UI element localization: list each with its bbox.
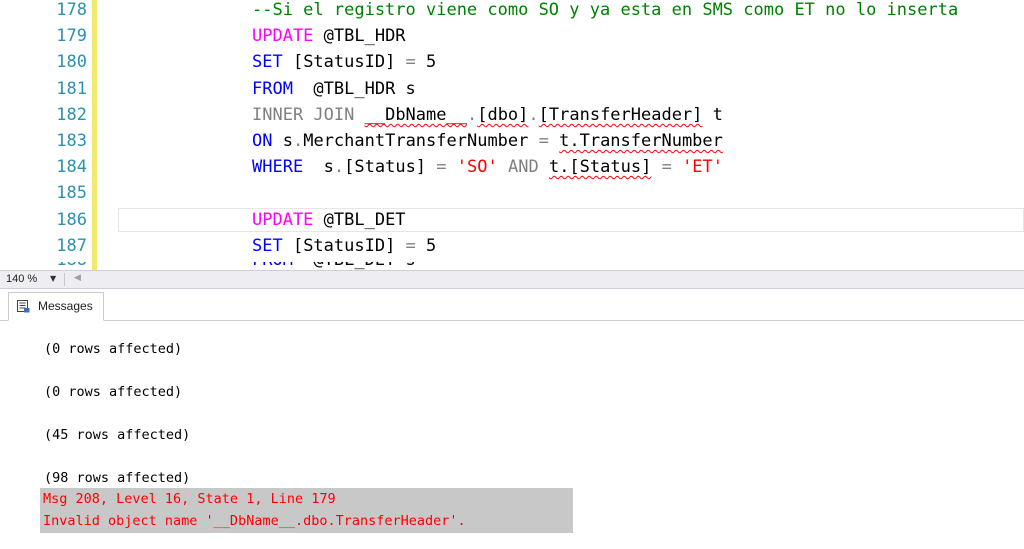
tab-messages-label: Messages [38,299,93,313]
code-token: . [466,104,478,125]
code-text: UPDATE @TBL_HDR [252,23,406,49]
code-line[interactable]: 187 SET [StatusID] = 5 [0,233,1024,259]
code-line[interactable]: 180 SET [StatusID] = 5 [0,49,1024,75]
code-line[interactable]: 179 UPDATE @TBL_HDR [0,23,1024,49]
code-token: [Status] [344,157,437,178]
code-text: SET [StatusID] = 5 [252,233,436,259]
line-number: 185 [56,183,87,204]
code-token: @TBL_HDR s [292,78,416,99]
code-text: WHERE s.[Status] = 'SO' AND t.[Status] =… [252,154,723,180]
code-token: = [405,235,416,256]
code-token: SET [252,235,283,256]
code-token: __DbName__ [364,104,467,125]
line-number: 187 [56,235,87,256]
error-message-line: Msg 208, Level 16, State 1, Line 179 [43,491,336,507]
line-number: 183 [56,131,87,151]
line-number: 188 [30,262,87,270]
code-text: FROM @TBL_HDR s [252,76,416,102]
code-token: 5 [415,235,437,256]
line-number: 179 [56,26,87,47]
code-token: 5 [415,52,437,73]
code-token: INNER JOIN [252,104,355,125]
code-token: MerchantTransferNumber [303,131,539,151]
code-text: INNER JOIN __DbName__.[dbo].[TransferHea… [252,102,723,128]
code-token: = [538,131,549,151]
code-token: FROM [252,78,293,99]
code-token: = [405,52,416,73]
code-token: t.TransferNumber [559,131,723,151]
editor-status-bar: 140 % ▼ ◀ [0,270,1024,289]
code-token: [StatusID] [282,52,406,73]
messages-icon [17,300,30,313]
code-token: ON [252,131,273,151]
code-line[interactable]: 178 --Si el registro viene como SO y ya e… [0,0,1024,23]
code-token: [StatusID] [282,235,406,256]
results-tab-strip: Messages [0,289,1024,321]
code-line[interactable]: 188 FROM @TBL_DET s [0,262,1024,270]
code-token: FROM [252,262,293,270]
scroll-left-arrow-icon[interactable]: ◀ [74,273,81,283]
line-number: 184 [56,157,87,178]
code-text: UPDATE @TBL_DET [252,207,406,233]
code-token: s [272,131,293,151]
code-token: [TransferHeader] [538,104,703,125]
code-token: UPDATE [252,26,314,47]
code-line[interactable]: 186 UPDATE @TBL_DET [0,207,1024,233]
code-text: FROM @TBL_DET s [252,262,416,270]
chevron-down-icon[interactable]: ▼ [50,274,56,283]
code-token: WHERE [252,157,304,178]
code-token: @TBL_DET s [293,262,415,270]
line-number: 180 [56,52,87,73]
partially-visible-code-line: 188 FROM @TBL_DET s [0,262,1024,270]
code-token: . [333,157,345,178]
code-line[interactable]: 185 [0,180,1024,206]
code-token: SET [252,52,283,73]
code-line[interactable]: 183 ON s.MerchantTransferNumber = t.Trans… [0,128,1024,154]
code-token: UPDATE [252,209,314,230]
code-token: . [528,104,539,125]
messages-pane: (0 rows affected) (0 rows affected) (45 … [0,321,1024,549]
message-line: (45 rows affected) [44,427,191,443]
zoom-level-value: 140 % [6,273,38,285]
code-token: 'SO' [456,157,498,178]
zoom-level-dropdown[interactable]: 140 % [6,272,37,287]
code-text: SET [StatusID] = 5 [252,49,436,75]
message-line: (0 rows affected) [44,384,183,400]
code-token: [dbo] [477,104,529,125]
message-line: (98 rows affected) [44,470,191,486]
code-line[interactable]: 184 WHERE s.[Status] = 'SO' AND t.[Status… [0,154,1024,180]
code-token: = [436,157,447,178]
code-token: AND [507,157,539,178]
message-line: (0 rows affected) [44,341,183,357]
line-number: 181 [56,78,87,99]
code-token: --Si el registro viene como SO y ya esta… [252,0,959,20]
divider [64,273,65,286]
line-number: 182 [56,104,87,125]
code-text: ON s.MerchantTransferNumber = t.Transfer… [252,128,723,154]
code-text: --Si el registro viene como SO y ya esta… [252,0,958,23]
line-number: 186 [56,209,87,230]
code-token: @TBL_HDR [313,26,406,47]
code-token: . [292,131,304,151]
sql-editor[interactable]: 178 --Si el registro viene como SO y ya e… [0,0,1024,270]
line-number: 178 [56,0,87,20]
code-token: @TBL_DET [313,209,406,230]
tab-messages[interactable]: Messages [8,292,104,321]
code-token: s [303,157,334,178]
code-token: t [702,104,723,125]
code-token: t.[Status] [548,157,652,178]
code-token: = [661,157,672,178]
ssms-query-window: 178 --Si el registro viene como SO y ya e… [0,0,1024,549]
code-line[interactable]: 182 INNER JOIN __DbName__.[dbo].[Transfer… [0,102,1024,128]
code-line[interactable]: 181 FROM @TBL_HDR s [0,76,1024,102]
error-message-line: Invalid object name '__DbName__.dbo.Tran… [43,513,466,529]
code-token: 'ET' [682,157,724,178]
